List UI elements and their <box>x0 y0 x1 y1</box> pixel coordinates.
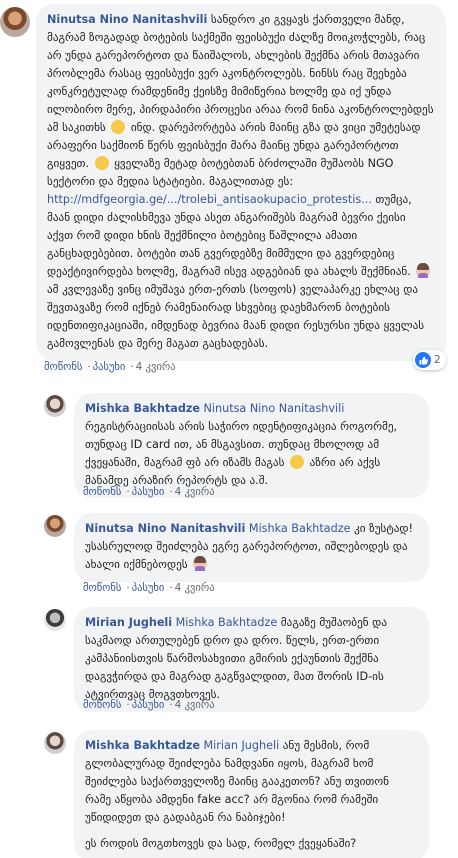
comment-author[interactable]: Mirian Jugheli <box>85 616 172 629</box>
reply-button[interactable]: პასუხი <box>132 486 165 498</box>
like-button[interactable]: მოწონს <box>83 582 121 594</box>
separator: · <box>169 699 173 711</box>
sad-emoji-icon <box>290 455 305 469</box>
comment-timestamp[interactable]: 4 კვირა <box>136 361 176 373</box>
avatar[interactable] <box>44 732 66 754</box>
mention-link[interactable]: Mishka Bakhtadze <box>249 522 351 535</box>
separator: · <box>87 361 91 373</box>
separator: · <box>126 699 130 711</box>
comment-author[interactable]: Ninutsa Nino Nanitashvili <box>85 522 245 535</box>
separator: · <box>169 582 173 594</box>
comment-bubble: Mirian Jugheli Mishka Bakhtadze მაგაზე მ… <box>74 607 429 712</box>
sad-emoji-icon <box>111 120 126 134</box>
smile-emoji-icon <box>94 156 109 170</box>
comment-bubble: Mishka Bakhtadze Ninutsa Nino Nanitashvi… <box>74 393 429 498</box>
like-button[interactable]: მოწონს <box>83 486 121 498</box>
reply-button[interactable]: პასუხი <box>93 361 126 373</box>
separator: · <box>126 486 130 498</box>
separator: · <box>169 486 173 498</box>
comment-text: ამ კვლევაზე ვინც იმუშავა ერთ-ერთს (სოფოს… <box>47 283 425 350</box>
comment-timestamp[interactable]: 4 კვირა <box>175 582 215 594</box>
mention-link[interactable]: Ninutsa Nino Nanitashvili <box>204 402 345 415</box>
comment-bubble: Ninutsa Nino Nanitashvili Mishka Bakhtad… <box>74 513 429 582</box>
comment-author[interactable]: Ninutsa Nino Nanitashvili <box>47 13 207 26</box>
avatar[interactable] <box>44 515 66 537</box>
comment-reply: Ninutsa Nino Nanitashvili Mishka Bakhtad… <box>44 513 458 582</box>
woman-emoji-icon <box>193 556 208 571</box>
comment-actions: მოწონს · პასუხი · 4 კვირა <box>83 582 217 594</box>
separator: · <box>126 582 130 594</box>
comment-reply: Mirian Jugheli Mishka Bakhtadze მაგაზე მ… <box>44 607 458 712</box>
avatar[interactable] <box>0 7 30 37</box>
comment-bubble: Ninutsa Nino Nanitashvili სანდრო კი გვყა… <box>36 4 446 361</box>
external-link[interactable]: http://mdfgeorgia.ge/.../trolebi_antisao… <box>47 193 372 206</box>
woman-emoji-icon <box>416 263 431 278</box>
comment: Ninutsa Nino Nanitashvili სანდრო კი გვყა… <box>0 4 458 361</box>
like-button[interactable]: მოწონს <box>83 699 121 711</box>
reply-button[interactable]: პასუხი <box>132 699 165 711</box>
avatar[interactable] <box>44 609 66 631</box>
comment-text: ეს როდის მოგთხოვეს და სად, რომელ ქვეყანა… <box>85 837 357 850</box>
comment-text: სანდრო კი გვყავს ქართველი მანდ, მაგრამ ზ… <box>47 13 434 134</box>
separator: · <box>130 361 134 373</box>
like-reaction-icon <box>415 352 431 368</box>
mention-link[interactable]: Mishka Bakhtadze <box>176 616 278 629</box>
reply-button[interactable]: პასუხი <box>132 582 165 594</box>
comment-timestamp[interactable]: 4 კვირა <box>175 699 215 711</box>
comment-actions: მოწონს · პასუხი · 4 კვირა <box>83 699 217 711</box>
comment-actions: მოწონს · პასუხი · 4 კვირა <box>83 486 217 498</box>
comment-author[interactable]: Mishka Bakhtadze <box>85 402 200 415</box>
like-button[interactable]: მოწონს <box>44 361 82 373</box>
mention-link[interactable]: Mirian Jugheli <box>204 739 280 752</box>
comment-reply: Mishka Bakhtadze Ninutsa Nino Nanitashvi… <box>44 393 458 498</box>
avatar[interactable] <box>44 395 66 417</box>
comment-reply: Mishka Bakhtadze Mirian Jugheli ანუ მესმ… <box>44 730 458 858</box>
comment-timestamp[interactable]: 4 კვირა <box>175 486 215 498</box>
comment-actions: მოწონს · პასუხი · 4 კვირა <box>44 361 178 373</box>
reaction-badge[interactable]: 2 <box>413 350 446 370</box>
reaction-count: 2 <box>434 354 441 366</box>
comment-author[interactable]: Mishka Bakhtadze <box>85 739 200 752</box>
comment-bubble: Mishka Bakhtadze Mirian Jugheli ანუ მესმ… <box>74 730 429 858</box>
